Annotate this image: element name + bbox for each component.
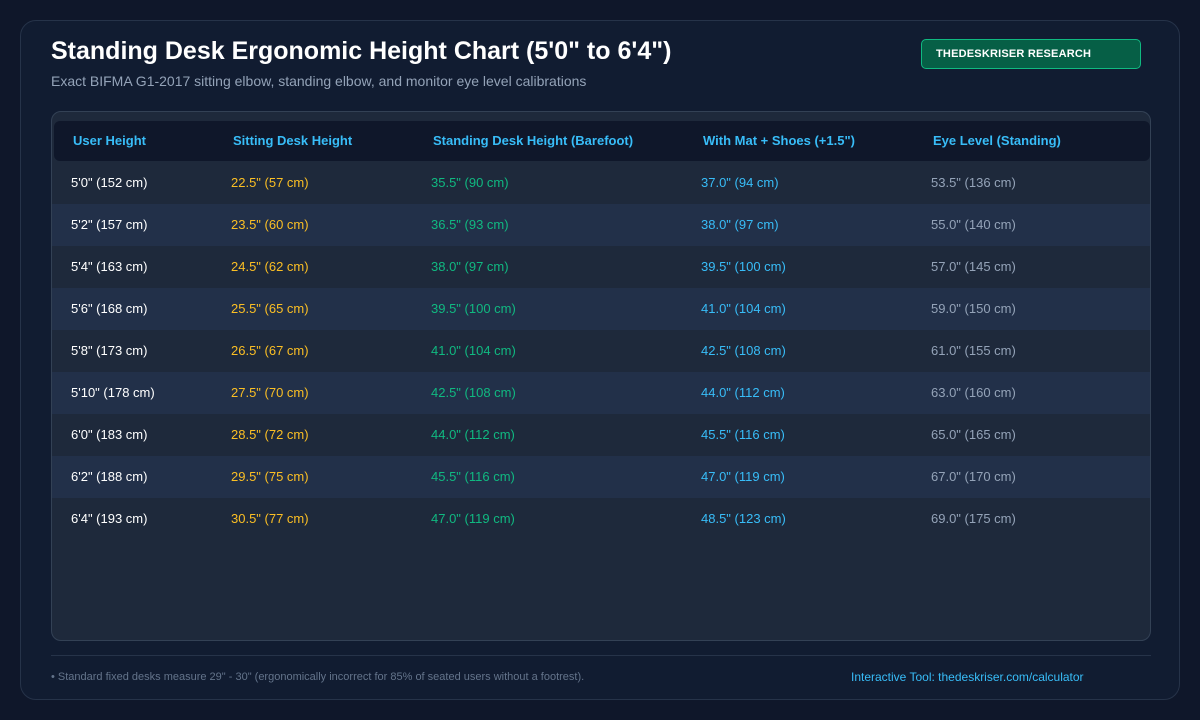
cell-eye-level: 57.0" (145 cm) xyxy=(931,259,1016,274)
calculator-link[interactable]: Interactive Tool: thedeskriser.com/calcu… xyxy=(851,670,1084,684)
cell-sitting-height: 30.5" (77 cm) xyxy=(231,511,309,526)
cell-user-height: 6'2" (188 cm) xyxy=(71,469,148,484)
cell-sitting-height: 24.5" (62 cm) xyxy=(231,259,309,274)
table-row: 5'4" (163 cm) 24.5" (62 cm) 38.0" (97 cm… xyxy=(52,246,1150,288)
cell-with-mat: 39.5" (100 cm) xyxy=(701,259,786,274)
cell-user-height: 6'0" (183 cm) xyxy=(71,427,148,442)
height-table: User Height Sitting Desk Height Standing… xyxy=(51,111,1151,641)
cell-standing-height: 38.0" (97 cm) xyxy=(431,259,509,274)
table-row: 5'0" (152 cm) 22.5" (57 cm) 35.5" (90 cm… xyxy=(52,162,1150,204)
cell-standing-height: 36.5" (93 cm) xyxy=(431,217,509,232)
table-header: User Height Sitting Desk Height Standing… xyxy=(54,121,1150,161)
cell-user-height: 6'4" (193 cm) xyxy=(71,511,148,526)
cell-with-mat: 48.5" (123 cm) xyxy=(701,511,786,526)
cell-sitting-height: 29.5" (75 cm) xyxy=(231,469,309,484)
table-row: 5'10" (178 cm) 27.5" (70 cm) 42.5" (108 … xyxy=(52,372,1150,414)
cell-with-mat: 38.0" (97 cm) xyxy=(701,217,779,232)
cell-sitting-height: 28.5" (72 cm) xyxy=(231,427,309,442)
cell-user-height: 5'6" (168 cm) xyxy=(71,301,148,316)
cell-standing-height: 35.5" (90 cm) xyxy=(431,175,509,190)
cell-with-mat: 44.0" (112 cm) xyxy=(701,385,785,400)
page-title: Standing Desk Ergonomic Height Chart (5'… xyxy=(51,37,672,65)
cell-standing-height: 42.5" (108 cm) xyxy=(431,385,516,400)
table-row: 5'2" (157 cm) 23.5" (60 cm) 36.5" (93 cm… xyxy=(52,204,1150,246)
cell-eye-level: 65.0" (165 cm) xyxy=(931,427,1016,442)
cell-user-height: 5'2" (157 cm) xyxy=(71,217,148,232)
cell-with-mat: 45.5" (116 cm) xyxy=(701,427,785,442)
column-header-eye-level: Eye Level (Standing) xyxy=(933,133,1061,148)
table-row: 5'8" (173 cm) 26.5" (67 cm) 41.0" (104 c… xyxy=(52,330,1150,372)
table-row: 6'0" (183 cm) 28.5" (72 cm) 44.0" (112 c… xyxy=(52,414,1150,456)
cell-with-mat: 37.0" (94 cm) xyxy=(701,175,779,190)
cell-with-mat: 41.0" (104 cm) xyxy=(701,301,786,316)
cell-eye-level: 63.0" (160 cm) xyxy=(931,385,1016,400)
table-row: 6'2" (188 cm) 29.5" (75 cm) 45.5" (116 c… xyxy=(52,456,1150,498)
table-row: 5'6" (168 cm) 25.5" (65 cm) 39.5" (100 c… xyxy=(52,288,1150,330)
footer-note: • Standard fixed desks measure 29" - 30"… xyxy=(51,671,585,683)
cell-with-mat: 47.0" (119 cm) xyxy=(701,469,785,484)
cell-user-height: 5'0" (152 cm) xyxy=(71,175,148,190)
cell-standing-height: 47.0" (119 cm) xyxy=(431,511,515,526)
cell-eye-level: 61.0" (155 cm) xyxy=(931,343,1016,358)
column-header-with-mat: With Mat + Shoes (+1.5") xyxy=(703,133,855,148)
cell-sitting-height: 26.5" (67 cm) xyxy=(231,343,309,358)
cell-standing-height: 45.5" (116 cm) xyxy=(431,469,515,484)
cell-standing-height: 39.5" (100 cm) xyxy=(431,301,516,316)
table-row: 6'4" (193 cm) 30.5" (77 cm) 47.0" (119 c… xyxy=(52,498,1150,540)
chart-card: Standing Desk Ergonomic Height Chart (5'… xyxy=(20,20,1180,700)
cell-sitting-height: 22.5" (57 cm) xyxy=(231,175,309,190)
research-badge: THEDESKRISER RESEARCH xyxy=(921,39,1141,69)
page-subtitle: Exact BIFMA G1-2017 sitting elbow, stand… xyxy=(51,73,587,89)
cell-with-mat: 42.5" (108 cm) xyxy=(701,343,786,358)
column-header-standing-height: Standing Desk Height (Barefoot) xyxy=(433,133,634,148)
cell-eye-level: 53.5" (136 cm) xyxy=(931,175,1016,190)
cell-eye-level: 69.0" (175 cm) xyxy=(931,511,1016,526)
cell-user-height: 5'8" (173 cm) xyxy=(71,343,148,358)
cell-standing-height: 44.0" (112 cm) xyxy=(431,427,515,442)
footer-divider xyxy=(51,655,1151,656)
column-header-user-height: User Height xyxy=(73,133,146,148)
cell-user-height: 5'10" (178 cm) xyxy=(71,385,155,400)
cell-standing-height: 41.0" (104 cm) xyxy=(431,343,516,358)
cell-sitting-height: 27.5" (70 cm) xyxy=(231,385,309,400)
cell-eye-level: 55.0" (140 cm) xyxy=(931,217,1016,232)
cell-eye-level: 67.0" (170 cm) xyxy=(931,469,1016,484)
cell-sitting-height: 25.5" (65 cm) xyxy=(231,301,309,316)
cell-sitting-height: 23.5" (60 cm) xyxy=(231,217,309,232)
column-header-sitting-height: Sitting Desk Height xyxy=(233,133,353,148)
cell-user-height: 5'4" (163 cm) xyxy=(71,259,148,274)
cell-eye-level: 59.0" (150 cm) xyxy=(931,301,1016,316)
